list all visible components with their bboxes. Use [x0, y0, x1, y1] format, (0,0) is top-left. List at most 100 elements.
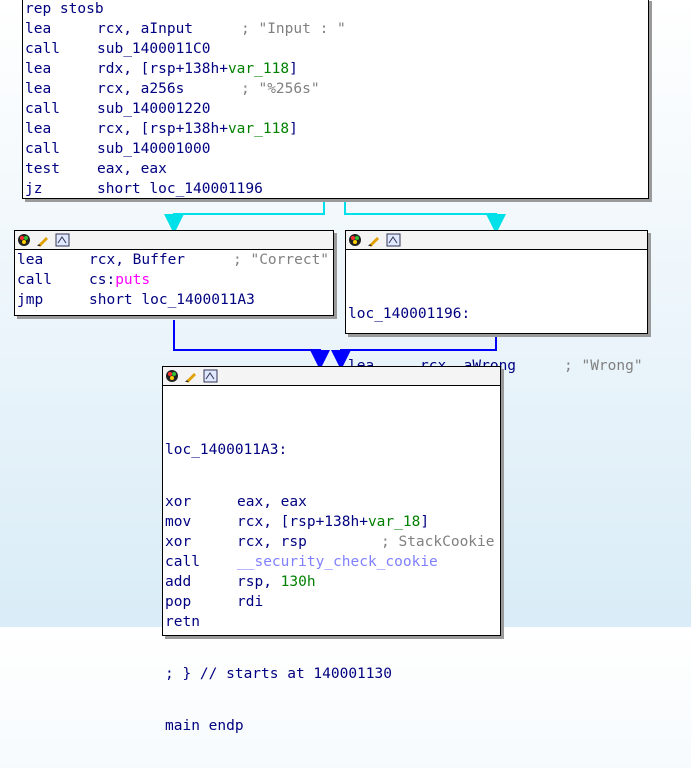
graph-color-icon[interactable]: [165, 369, 180, 383]
instruction-line[interactable]: lea rdx, [rsp+138h+var_118]: [25, 59, 648, 79]
operands: sub_140001000: [97, 139, 211, 159]
comment: ; "Correct": [233, 252, 330, 268]
subroutine-name[interactable]: __security_check_cookie: [237, 554, 438, 570]
operands: eax, eax: [237, 492, 307, 512]
code-block-correct[interactable]: lea rcx, Buffer ; "Correct" call cs:puts jmp s…: [14, 230, 334, 316]
instruction-line[interactable]: jmp short loc_1400011A3: [17, 290, 333, 310]
operand-text: rsp,: [237, 574, 281, 590]
rename-icon[interactable]: [367, 233, 382, 247]
operands: rcx, aInput: [97, 19, 193, 39]
operands: sub_1400011C0: [97, 39, 211, 59]
operand-text: eax, eax: [237, 494, 307, 510]
mnemonic: call: [25, 41, 60, 57]
operands: short loc_140001196: [97, 179, 263, 199]
mnemonic: lea: [25, 81, 52, 97]
graph-color-icon[interactable]: [348, 233, 363, 247]
instruction-line[interactable]: lea rcx, Buffer ; "Correct": [17, 250, 333, 270]
mnemonic: xor: [165, 494, 192, 510]
instruction-line[interactable]: test eax, eax: [25, 159, 648, 179]
stack-variable[interactable]: var_18: [368, 514, 420, 530]
operand-text: ]: [420, 514, 430, 530]
mnemonic: call: [17, 272, 52, 288]
operands: sub_140001220: [97, 99, 211, 119]
code-block-top[interactable]: rep stosb lea rcx, aInput ; "Input : " call s…: [22, 0, 649, 199]
block-label[interactable]: loc_140001196:: [348, 304, 470, 324]
mnemonic: xor: [165, 534, 192, 550]
instruction-line[interactable]: jz short loc_140001196: [25, 179, 648, 199]
stack-variable[interactable]: var_118: [228, 61, 289, 77]
operand-text: rcx, a256s: [97, 81, 185, 97]
comment: ; "%256s": [241, 81, 320, 97]
operands: rcx, rsp: [237, 532, 307, 552]
rename-icon[interactable]: [36, 233, 51, 247]
operands: rcx, [rsp+138h+var_18]: [237, 512, 429, 532]
comment: ; "Wrong": [564, 358, 643, 374]
block-toolbar: [163, 367, 500, 386]
block-toolbar: [346, 231, 647, 250]
operand-text: ]: [289, 61, 298, 77]
operands: rcx, [rsp+138h+var_118]: [97, 119, 298, 139]
operand-text: rcx, Buffer: [89, 252, 186, 268]
instruction-line[interactable]: call sub_140001000: [25, 139, 648, 159]
code-block-epilogue[interactable]: loc_1400011A3: xor eax, eax mov rcx, [rsp+1…: [162, 366, 501, 734]
instruction-line[interactable]: retn: [165, 612, 500, 632]
instruction-line[interactable]: xor rcx, rsp ; StackCookie: [165, 532, 500, 552]
instruction-line[interactable]: lea rcx, a256s ; "%256s": [25, 79, 648, 99]
operands: rcx, a256s: [97, 79, 184, 99]
instruction-line[interactable]: add rsp, 130h: [165, 572, 500, 592]
instruction-line[interactable]: mov rcx, [rsp+138h+var_18]: [165, 512, 500, 532]
mnemonic: test: [25, 161, 60, 177]
import-name[interactable]: puts: [115, 272, 150, 288]
function-end-comment: ; } // starts at 140001130: [165, 666, 392, 682]
operand-text: short loc_140001196: [97, 181, 263, 197]
code-block-top-lines: rep stosb lea rcx, aInput ; "Input : " call s…: [23, 0, 648, 199]
instruction-line[interactable]: call sub_140001220: [25, 99, 648, 119]
operands: eax, eax: [97, 159, 167, 179]
code-block-wrong[interactable]: loc_140001196: learcx, aWrong; "Wrong"ca…: [345, 230, 648, 394]
operand-text: rcx, [rsp+138h+: [237, 514, 368, 530]
rename-icon[interactable]: [184, 369, 199, 383]
block-toolbar: [15, 231, 333, 250]
mnemonic: rep stosb: [25, 1, 104, 17]
mnemonic: add: [165, 574, 192, 590]
operand-text: short loc_1400011A3: [89, 292, 255, 308]
instruction-line[interactable]: rep stosb: [25, 0, 648, 19]
graph-overview-icon[interactable]: [55, 233, 70, 247]
operand-text: sub_140001000: [97, 141, 211, 157]
instruction-line[interactable]: call cs:puts: [17, 270, 333, 290]
operand-text: ]: [289, 121, 298, 137]
mnemonic: jz: [25, 181, 43, 197]
code-block-correct-lines: lea rcx, Buffer ; "Correct" call cs:puts jmp s…: [15, 250, 333, 310]
instruction-line[interactable]: lea rcx, aInput ; "Input : ": [25, 19, 648, 39]
instruction-line[interactable]: pop rdi: [165, 592, 500, 612]
stack-variable[interactable]: var_118: [228, 121, 289, 137]
graph-overview-icon[interactable]: [386, 233, 401, 247]
operand-text: rcx, aInput: [97, 21, 194, 37]
mnemonic: call: [165, 554, 200, 570]
edge-false[interactable]: [344, 201, 506, 234]
operand-text: cs:: [89, 272, 116, 288]
edge-left-to-bottom[interactable]: [173, 320, 330, 370]
operands: short loc_1400011A3: [89, 290, 255, 310]
instruction-line[interactable]: xor eax, eax: [165, 492, 500, 512]
graph-color-icon[interactable]: [17, 233, 32, 247]
operand-text: rdi: [237, 594, 264, 610]
operand-text: sub_1400011C0: [97, 41, 211, 57]
instruction-line[interactable]: call sub_1400011C0: [25, 39, 648, 59]
operands: rsp, 130h: [237, 572, 316, 592]
block-label[interactable]: loc_1400011A3:: [165, 440, 287, 460]
stack-variable[interactable]: 130h: [281, 574, 316, 590]
mnemonic: retn: [165, 614, 200, 630]
instruction-line[interactable]: call __security_check_cookie: [165, 552, 500, 572]
mnemonic: mov: [165, 514, 192, 530]
operands: rdi: [237, 592, 263, 612]
mnemonic: call: [25, 141, 60, 157]
operand-text: rcx, rsp: [237, 534, 307, 550]
operand-text: sub_140001220: [97, 101, 211, 117]
comment: ; StackCookie: [381, 534, 495, 550]
edge-true[interactable]: [164, 201, 325, 234]
operands: rdx, [rsp+138h+var_118]: [97, 59, 298, 79]
graph-overview-icon[interactable]: [203, 369, 218, 383]
mnemonic: jmp: [17, 292, 44, 308]
instruction-line[interactable]: lea rcx, [rsp+138h+var_118]: [25, 119, 648, 139]
